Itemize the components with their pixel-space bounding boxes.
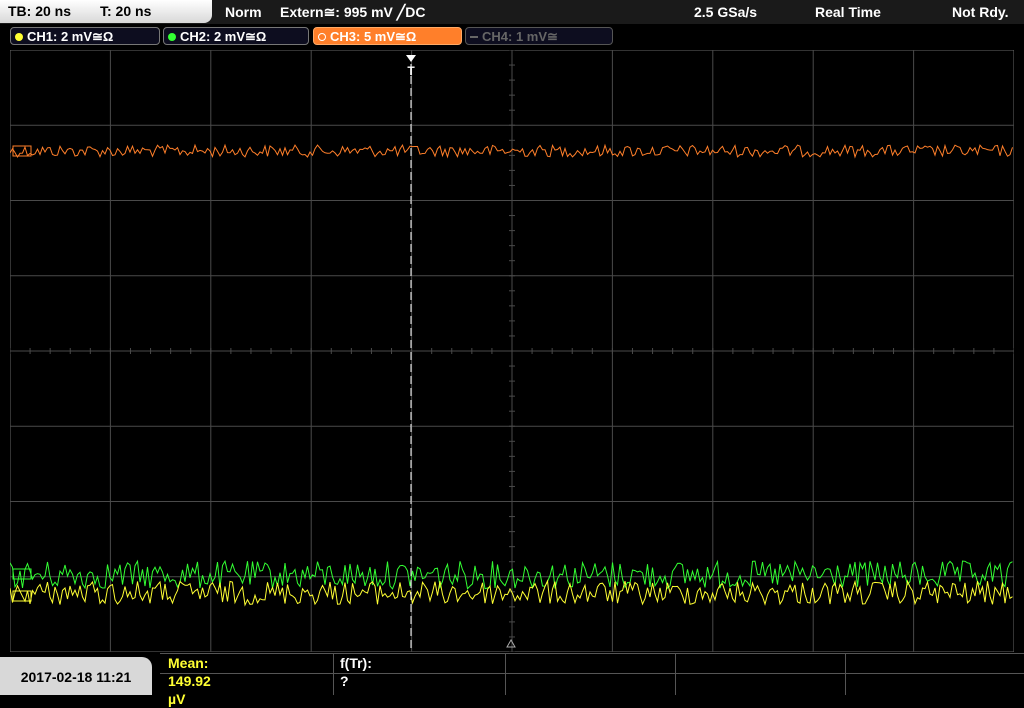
- tab-ch4[interactable]: CH4: 1 mV≅: [465, 27, 613, 45]
- trigger-mode[interactable]: Norm: [225, 0, 262, 24]
- top-status-bar: TB: 20 ns T: 20 ns Norm Extern≅: 995 mV …: [0, 0, 1024, 24]
- measurement-bar: 2017-02-18 11:21 Mean: 149.92 µV f(Tr): …: [0, 653, 1024, 707]
- timebase-label: TB: 20 ns: [8, 3, 72, 19]
- acquisition-mode[interactable]: Real Time: [815, 0, 881, 24]
- ftr-label: f(Tr): ?: [340, 655, 372, 689]
- timebase-box[interactable]: TB: 20 ns T: 20 ns: [0, 0, 212, 23]
- datetime-box: 2017-02-18 11:21: [0, 657, 152, 695]
- meas-divider-v3: [675, 653, 676, 695]
- trigger-marker-label: T: [407, 64, 415, 78]
- meas-divider-v2: [505, 653, 506, 695]
- ch4-label: CH4: 1 mV≅: [482, 29, 558, 44]
- tab-ch1[interactable]: CH1: 2 mV≅Ω: [10, 27, 160, 45]
- ch3-dot-icon: [318, 33, 326, 41]
- ch4-dash-icon: [470, 36, 478, 38]
- mean-label: Mean: 149.92 µV: [168, 655, 211, 707]
- meas-divider-top: [160, 653, 1024, 654]
- meas-divider-v1: [333, 653, 334, 695]
- trigger-status: Not Rdy.: [952, 4, 1009, 20]
- ch2-label: CH2: 2 mV≅Ω: [180, 29, 267, 44]
- sample-rate[interactable]: 2.5 GSa/s: [694, 0, 757, 24]
- channel-tab-row: CH1: 2 mV≅Ω CH2: 2 mV≅Ω CH3: 5 mV≅Ω CH4:…: [0, 25, 1024, 47]
- tab-ch3[interactable]: CH3: 5 mV≅Ω: [313, 27, 462, 45]
- tab-ch2[interactable]: CH2: 2 mV≅Ω: [163, 27, 309, 45]
- ch1-dot-icon: [15, 33, 23, 41]
- ch3-label: CH3: 5 mV≅Ω: [330, 29, 417, 44]
- ch1-label: CH1: 2 mV≅Ω: [27, 29, 114, 44]
- meas-divider-mid: [160, 673, 1024, 674]
- meas-divider-v4: [845, 653, 846, 695]
- ch2-dot-icon: [168, 33, 176, 41]
- trigger-time-label: T: 20 ns: [100, 3, 152, 19]
- waveform-display[interactable]: T: [10, 50, 1014, 652]
- trigger-source[interactable]: Extern≅: 995 mV ╱DC: [280, 0, 425, 24]
- datetime-label: 2017-02-18 11:21: [20, 669, 132, 685]
